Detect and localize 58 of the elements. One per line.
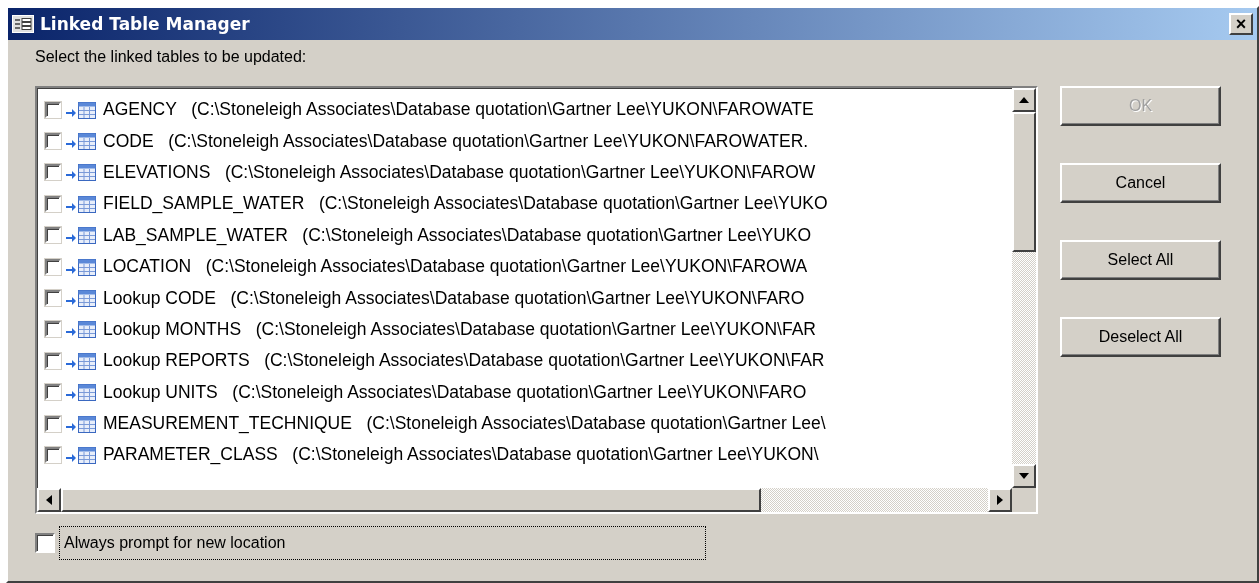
table-list-item[interactable]: Lookup UNITS (C:\Stoneleigh Associates\Database quotation\Gartner Lee\YUKON\FARO (103, 381, 807, 403)
close-button[interactable]: × (1229, 13, 1253, 35)
dialog-button[interactable]: Deselect All (1060, 317, 1221, 357)
dialog-button[interactable]: Cancel (1060, 163, 1221, 203)
vertical-scrollbar[interactable] (1012, 88, 1036, 488)
table-list-item[interactable]: AGENCY (C:\Stoneleigh Associates\Database quotation\Gartner Lee\YUKON\FAROWATE (103, 99, 814, 121)
table-list-item[interactable]: MEASUREMENT_TECHNIQUE (C:\Stoneleigh Associates\Database quotation\Gartner Lee\ (103, 413, 826, 435)
table-list-item[interactable]: Lookup MONTHS (C:\Stoneleigh Associates\Database quotation\Gartner Lee\YUKON\FAR (103, 318, 816, 340)
scroll-thumb[interactable] (1012, 112, 1036, 252)
checkbox[interactable] (45, 258, 61, 275)
scrollbar-corner (1012, 488, 1036, 512)
linked-table-icon (65, 193, 97, 214)
linked-table-icon (65, 131, 97, 152)
dialog-button[interactable]: Select All (1060, 240, 1221, 280)
checkbox[interactable] (45, 195, 61, 212)
table-list-item[interactable]: FIELD_SAMPLE_WATER (C:\Stoneleigh Associates\Database quotation\Gartner Lee\YUKO (103, 193, 828, 215)
checkbox[interactable] (45, 227, 61, 244)
left-arrow-icon (46, 495, 52, 505)
form-icon (12, 15, 34, 33)
linked-table-icon (65, 382, 97, 403)
table-list-item[interactable]: Lookup REPORTS (C:\Stoneleigh Associates\Database quotation\Gartner Lee\YUKON\FAR (103, 350, 825, 372)
scroll-right-button[interactable] (988, 488, 1012, 512)
linked-table-icon (65, 256, 97, 277)
checkbox[interactable] (45, 415, 61, 432)
checkbox[interactable] (45, 290, 61, 307)
checkbox[interactable] (45, 384, 61, 401)
window-title: Linked Table Manager (40, 14, 251, 34)
checkbox-label[interactable]: Always prompt for new location (59, 526, 707, 560)
checkbox[interactable] (45, 447, 61, 463)
right-arrow-icon (997, 495, 1003, 505)
table-list-item[interactable]: LOCATION (C:\Stoneleigh Associates\Database quotation\Gartner Lee\YUKON\FAROWA (103, 256, 808, 278)
linked-table-icon (65, 225, 97, 246)
table-list-item[interactable]: Lookup CODE (C:\Stoneleigh Associates\Database quotation\Gartner Lee\YUKON\FARO (103, 287, 805, 309)
checkbox[interactable] (45, 352, 61, 369)
table-list-item[interactable]: ELEVATIONS (C:\Stoneleigh Associates\Database quotation\Gartner Lee\YUKON\FAROW (103, 161, 816, 183)
up-arrow-icon (1019, 97, 1029, 103)
linked-table-icon (65, 319, 97, 340)
linked-table-icon (65, 350, 97, 371)
checkbox[interactable] (45, 133, 61, 150)
scroll-up-button[interactable] (1012, 88, 1036, 112)
linked-table-icon (65, 413, 97, 434)
linked-table-icon (65, 445, 97, 465)
checkbox[interactable] (35, 533, 55, 553)
table-list-item[interactable]: CODE (C:\Stoneleigh Associates\Database quotation\Gartner Lee\YUKON\FAROWATER. (103, 130, 809, 152)
instruction-text: Select the linked tables to be updated: (35, 48, 307, 66)
scroll-thumb[interactable] (61, 488, 761, 512)
scroll-left-button[interactable] (37, 488, 61, 512)
linked-table-icon (65, 162, 97, 183)
linked-table-icon (65, 288, 97, 309)
checkbox[interactable] (45, 164, 61, 181)
down-arrow-icon (1019, 473, 1029, 479)
linked-table-icon (65, 99, 97, 120)
horizontal-scrollbar[interactable] (37, 488, 1012, 512)
scroll-down-button[interactable] (1012, 464, 1036, 488)
table-list-item[interactable]: LAB_SAMPLE_WATER (C:\Stoneleigh Associates\Database quotation\Gartner Lee\YUKO (103, 224, 812, 246)
checkbox[interactable] (45, 321, 61, 338)
table-list-item[interactable]: PARAMETER_CLASS (C:\Stoneleigh Associates\Database quotation\Gartner Lee\YUKON\ (103, 444, 819, 466)
checkbox[interactable] (45, 101, 61, 118)
